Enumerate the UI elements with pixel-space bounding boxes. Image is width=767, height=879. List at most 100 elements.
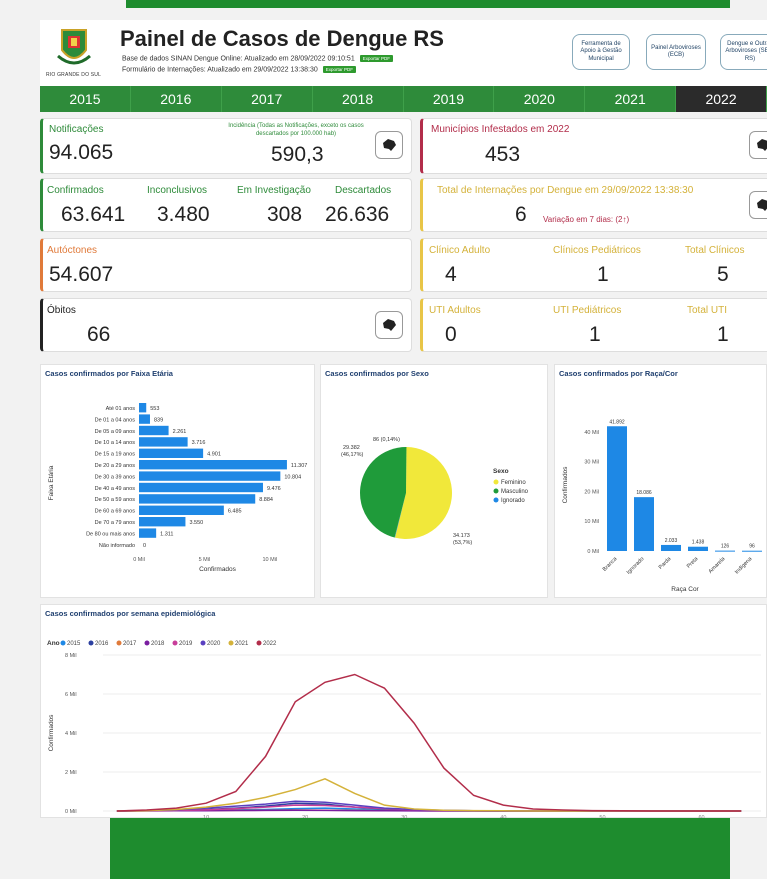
tab-year-2015[interactable]: 2015: [40, 86, 131, 112]
pie-legend-label: Masculino: [501, 489, 529, 495]
week-y-tick: 4 Mil: [65, 731, 77, 737]
age-category-label: De 80 ou mais anos: [86, 531, 135, 537]
pie-legend-label: Ignorado: [501, 498, 525, 504]
week-legend-label: 2018: [151, 641, 165, 647]
age-bar: [139, 528, 157, 538]
inconclusivos-label: Inconclusivos: [147, 185, 208, 196]
descartados-value: 26.636: [325, 203, 390, 226]
bottom-green-bar: [110, 818, 730, 879]
faixa-etaria-title: Casos confirmados por Faixa Etária: [45, 369, 173, 378]
map-button-notificacoes[interactable]: [375, 131, 403, 159]
age-category-label: De 20 a 29 anos: [95, 463, 136, 469]
age-bar: [139, 437, 188, 447]
crest-caption: RIO GRANDE DO SUL: [46, 72, 102, 78]
header: RIO GRANDE DO SUL Painel de Casos de Den…: [40, 20, 767, 86]
race-bar: [607, 426, 627, 551]
export-pdf-button-2[interactable]: Exportar PDF: [322, 66, 356, 73]
age-category-label: De 10 a 14 anos: [95, 440, 136, 446]
map-button-obitos[interactable]: [375, 311, 403, 339]
age-bar: [139, 448, 204, 458]
semana-title: Casos confirmados por semana epidemiológ…: [45, 609, 216, 618]
tab-year-2021[interactable]: 2021: [585, 86, 677, 112]
race-value-label: 41.892: [609, 419, 625, 425]
investigacao-value: 308: [267, 203, 303, 226]
race-category-label: Parda: [658, 556, 673, 571]
age-category-label: De 70 a 79 anos: [95, 520, 136, 526]
week-legend-label: 2019: [179, 641, 193, 647]
race-bar: [742, 550, 762, 552]
week-legend-dot: [116, 640, 122, 646]
week-y-tick: 2 Mil: [65, 770, 77, 776]
inconclusivos-value: 3.480: [157, 203, 210, 226]
tab-year-2016[interactable]: 2016: [130, 86, 222, 112]
incidencia-value: 590,3: [271, 143, 324, 166]
card-uti: UTI Adultos 0 UTI Pediátricos 1 Total UT…: [420, 298, 767, 352]
age-value-label: 3.550: [189, 520, 203, 526]
pie-label-masculino: 29.382: [343, 445, 360, 451]
investigacao-label: Em Investigação: [237, 185, 311, 196]
race-bar: [661, 544, 681, 551]
faixa-etaria-chart: Até 01 anos 553 De 01 a 04 anos 839 De 05 a …: [48, 403, 307, 573]
race-bar: [634, 497, 654, 551]
age-value-label: 3.716: [192, 440, 206, 446]
week-y-tick: 8 Mil: [65, 653, 77, 659]
race-category-label: Indígena: [734, 556, 754, 576]
pie-label-feminino: 34.173: [453, 533, 470, 539]
age-category-label: De 40 a 49 anos: [95, 486, 136, 492]
race-y-tick: 30 Mil: [584, 460, 599, 466]
notificacoes-label: Notificações: [49, 124, 104, 135]
race-value-label: 1.438: [692, 540, 705, 546]
autoctones-label: Autóctones: [47, 245, 98, 256]
sinan-update-label: Base de dados SINAN Dengue Online: Atual…: [122, 55, 355, 63]
export-pdf-button[interactable]: Exportar PDF: [359, 55, 393, 62]
map-button-internacoes[interactable]: [749, 191, 767, 219]
notificacoes-value: 94.065: [49, 141, 114, 164]
total-clinicos-value: 5: [717, 263, 729, 286]
week-legend-dot: [172, 640, 178, 646]
card-status-casos: Confirmados 63.641 Inconclusivos 3.480 E…: [40, 178, 412, 232]
age-category-label: Até 01 anos: [106, 406, 136, 412]
age-value-label: 8.884: [259, 497, 273, 503]
race-category-label: Amarela: [708, 556, 727, 575]
tab-year-2018[interactable]: 2018: [312, 86, 404, 112]
card-obitos: Óbitos 66: [40, 298, 412, 352]
link-ferramenta-gestao[interactable]: Ferramenta de Apoio à Gestão Municipal: [572, 34, 630, 70]
week-legend-title: Ano: [47, 640, 60, 647]
race-x-axis-label: Raça Cor: [671, 586, 699, 593]
tab-year-2020[interactable]: 2020: [494, 86, 586, 112]
raca-cor-title: Casos confirmados por Raça/Cor: [559, 369, 678, 378]
age-value-label: 553: [150, 406, 159, 412]
panel-raca-cor: Casos confirmados por Raça/Cor 0 Mil 10 M…: [554, 364, 767, 598]
week-legend-dot: [228, 640, 234, 646]
panel-semana-epidemiologica: Casos confirmados por semana epidemiológ…: [40, 604, 767, 821]
age-category-label: De 50 a 59 anos: [95, 497, 136, 503]
municipios-value: 453: [485, 143, 521, 166]
week-legend-label: 2021: [235, 641, 249, 647]
descartados-label: Descartados: [335, 185, 392, 196]
age-category-label: De 05 a 09 anos: [95, 429, 136, 435]
race-value-label: 96: [749, 544, 755, 550]
age-bar: [139, 494, 256, 504]
age-bar: [139, 414, 150, 424]
age-value-label: 11.307: [291, 463, 307, 469]
age-category-label: De 60 a 69 anos: [95, 509, 136, 515]
race-category-label: Ignorado: [626, 556, 646, 576]
map-icon: [757, 199, 767, 211]
confirmados-value: 63.641: [61, 203, 126, 226]
tab-year-2022[interactable]: 2022: [676, 86, 767, 112]
link-dengue-outras-arboviroses[interactable]: Dengue e Outras Arboviroses (SES-RS): [720, 34, 767, 70]
card-internacoes: Total de Internações por Dengue em 29/09…: [420, 178, 767, 232]
clinicos-pediatricos-label: Clínicos Pediátricos: [553, 245, 641, 256]
age-bar: [139, 517, 186, 527]
week-legend-label: 2015: [67, 641, 81, 647]
map-button-municipios[interactable]: [749, 131, 767, 159]
obitos-label: Óbitos: [47, 305, 76, 316]
age-y-axis-label: Faixa Etária: [48, 465, 55, 500]
card-autoctones: Autóctones 54.607: [40, 238, 412, 292]
pie-label-masculino-pct: (46,17%): [341, 452, 363, 458]
tab-year-2017[interactable]: 2017: [221, 86, 313, 112]
pie-legend-dot: [493, 479, 499, 485]
tab-year-2019[interactable]: 2019: [403, 86, 495, 112]
link-painel-arboviroses[interactable]: Painel Arboviroses (ECB): [646, 34, 706, 70]
internacoes-update-label: Formulário de Internações: Atualizado em…: [122, 66, 318, 74]
